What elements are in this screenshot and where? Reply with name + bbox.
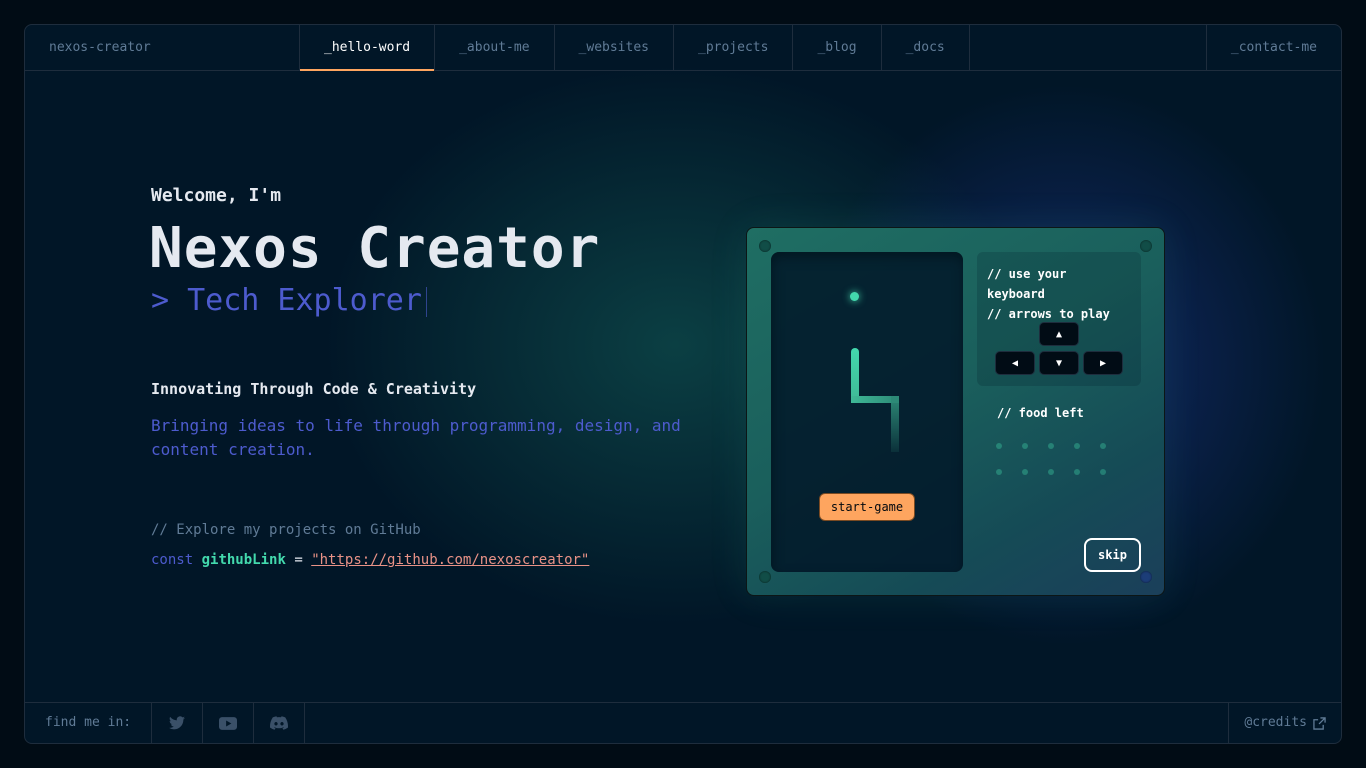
food-dot (996, 469, 1002, 475)
footer-spacer (305, 703, 1228, 743)
typing-cursor (425, 286, 427, 317)
credits-link[interactable]: @credits (1228, 703, 1341, 743)
snake-head-segment (851, 348, 859, 402)
tab-websites[interactable]: _websites (555, 25, 674, 70)
tab-docs[interactable]: _docs (882, 25, 970, 70)
hero-role-text: > Tech Explorer (151, 283, 422, 318)
discord-link[interactable] (254, 703, 306, 743)
code-equals: = (294, 552, 303, 568)
app-window: nexos-creator _hello-word _about-me _web… (24, 24, 1342, 744)
footer: find me in: @credits (25, 702, 1341, 743)
skip-button[interactable]: skip (1084, 538, 1141, 572)
twitter-link[interactable] (152, 703, 204, 743)
food-dot (996, 443, 1002, 449)
top-nav: nexos-creator _hello-word _about-me _web… (25, 25, 1341, 71)
code-variable: githubLink (201, 552, 286, 568)
tab-hello-word[interactable]: _hello-word (300, 25, 436, 71)
code-comment: // Explore my projects on GitHub (151, 522, 421, 538)
tab-about-me[interactable]: _about-me (435, 25, 555, 70)
hero-role: > Tech Explorer (151, 283, 711, 318)
arrow-left-key[interactable]: ◀ (995, 351, 1035, 375)
code-keyword: const (151, 552, 194, 568)
controls-panel: // use your keyboard // arrows to play ▲… (977, 252, 1141, 386)
external-link-icon (1313, 716, 1326, 730)
hero-name: Nexos Creator (149, 216, 601, 281)
snake-food (850, 292, 859, 301)
github-link[interactable]: "https://github.com/nexoscreator" (311, 552, 589, 568)
food-dot (1048, 443, 1054, 449)
youtube-link[interactable] (203, 703, 255, 743)
food-dot (1074, 469, 1080, 475)
tab-contact-me[interactable]: _contact-me (1205, 25, 1341, 70)
code-line: const githubLink = "https://github.com/n… (151, 552, 711, 568)
youtube-icon (219, 716, 238, 730)
hero-tagline: Innovating Through Code & Creativity (151, 380, 477, 398)
food-dot (1074, 443, 1080, 449)
find-me-label: find me in: (25, 703, 153, 743)
food-dot (1022, 469, 1028, 475)
arrow-up-key[interactable]: ▲ (1039, 322, 1079, 346)
site-brand[interactable]: nexos-creator (25, 25, 300, 70)
snake-game-board: start-game // use your keyboard // arrow… (746, 227, 1165, 596)
snake-tail-segment (891, 396, 899, 452)
start-game-button[interactable]: start-game (819, 493, 915, 521)
discord-icon (270, 716, 289, 730)
screw-top-left (759, 240, 771, 252)
arrow-right-key[interactable]: ▶ (1083, 351, 1123, 375)
tab-blog[interactable]: _blog (793, 25, 882, 70)
tab-projects[interactable]: _projects (674, 25, 794, 70)
food-dot (1100, 469, 1106, 475)
food-left-label: // food left (997, 406, 1084, 420)
screw-top-right (1140, 240, 1152, 252)
controls-hint-line2: // arrows to play (987, 307, 1110, 321)
welcome-text: Welcome, I'm (151, 185, 282, 206)
food-dot (1022, 443, 1028, 449)
hero-section: Welcome, I'm Nexos Creator > Tech Explor… (149, 185, 711, 568)
hero-description: Bringing ideas to life through programmi… (151, 416, 681, 459)
twitter-icon (169, 716, 186, 730)
game-screen[interactable]: start-game (771, 252, 963, 572)
credits-label: @credits (1244, 715, 1307, 730)
arrow-down-key[interactable]: ▼ (1039, 351, 1079, 375)
food-dot (1048, 469, 1054, 475)
screw-bottom-right (1140, 571, 1152, 583)
food-dot (1100, 443, 1106, 449)
screw-bottom-left (759, 571, 771, 583)
controls-hint-line1: // use your keyboard (987, 267, 1067, 301)
